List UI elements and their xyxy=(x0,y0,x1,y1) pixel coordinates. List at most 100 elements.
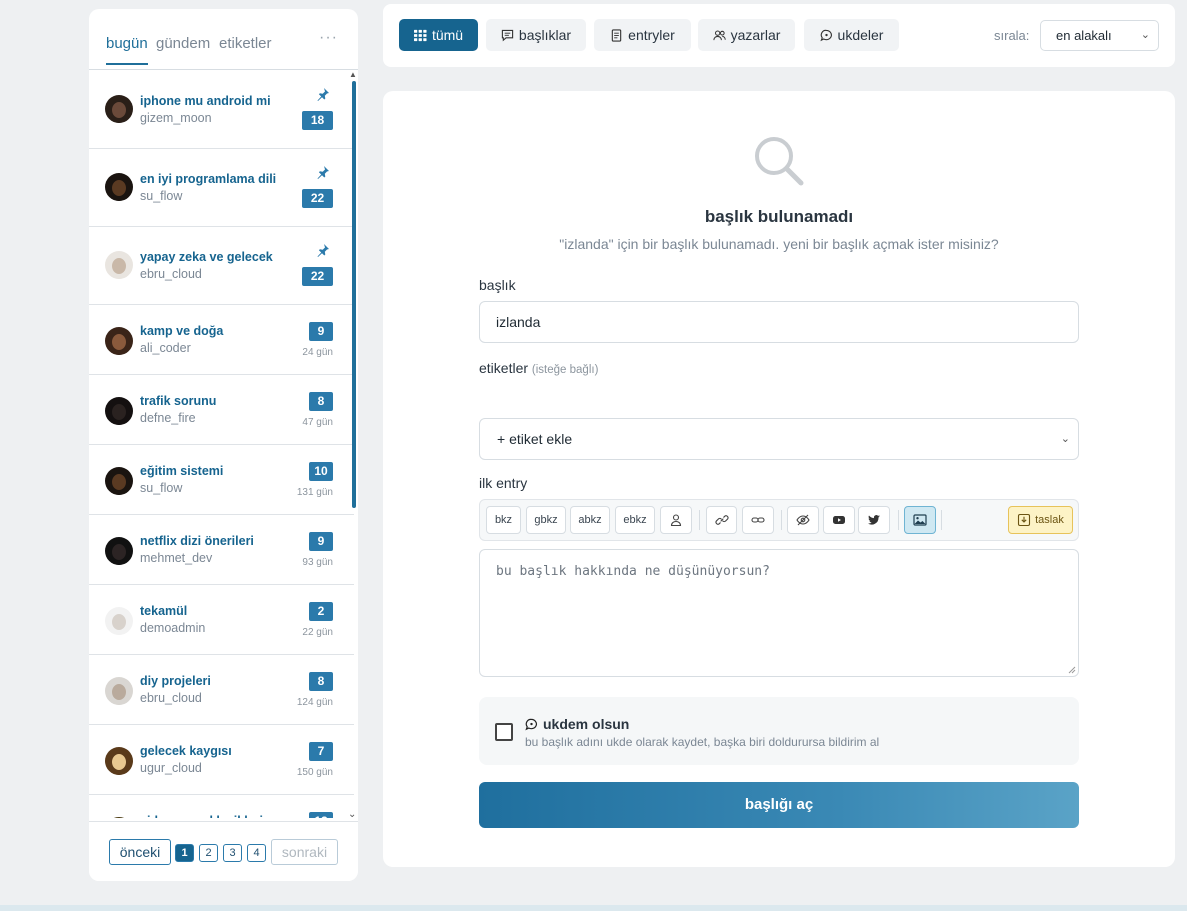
prev-page-button[interactable]: önceki xyxy=(109,839,171,865)
page-2-button[interactable]: 2 xyxy=(199,844,218,862)
youtube-icon xyxy=(833,516,845,524)
topic-author[interactable]: mehmet_dev xyxy=(140,551,212,565)
tags-optional-hint: (isteğe bağlı) xyxy=(531,364,599,376)
gbkz-button[interactable]: gbkz xyxy=(526,506,566,534)
topic-list-item[interactable]: trafik sorunu defne_fire 8 47 gün xyxy=(89,375,354,445)
ukde-checkbox[interactable] xyxy=(495,723,513,741)
document-icon xyxy=(611,28,622,42)
topic-author[interactable]: gizem_moon xyxy=(140,111,212,125)
tab-bugun[interactable]: bugün xyxy=(106,35,148,52)
topic-title[interactable]: tekamül xyxy=(140,604,187,618)
filter-titles-button[interactable]: başlıklar xyxy=(486,19,586,51)
topic-title[interactable]: iphone mu android mi xyxy=(140,94,271,108)
topic-title[interactable]: yapay zeka ve gelecek xyxy=(140,250,273,264)
topic-title[interactable]: video oyun klasikleri xyxy=(140,814,263,818)
topic-author[interactable]: ebru_cloud xyxy=(140,267,202,281)
chain-icon xyxy=(751,517,765,523)
topic-list-item[interactable]: video oyun klasikleri 12 xyxy=(89,795,354,818)
bkz-button[interactable]: bkz xyxy=(486,506,521,534)
page-4-button[interactable]: 4 xyxy=(247,844,266,862)
title-input[interactable]: izlanda xyxy=(479,301,1079,343)
entry-textarea[interactable]: bu başlık hakkında ne düşünüyorsun? xyxy=(479,549,1079,677)
abkz-button[interactable]: abkz xyxy=(570,506,610,534)
topic-title[interactable]: eğitim sistemi xyxy=(140,464,223,478)
youtube-button[interactable] xyxy=(823,506,855,534)
topic-list-item[interactable]: yapay zeka ve gelecek ebru_cloud 22 xyxy=(89,227,354,305)
topic-age: 24 gün xyxy=(302,347,333,358)
topic-title[interactable]: gelecek kaygısı xyxy=(140,744,232,758)
save-draft-button[interactable]: taslak xyxy=(1008,506,1073,534)
topic-title[interactable]: diy projeleri xyxy=(140,674,211,688)
sort-select[interactable]: en alakalı ⌄ xyxy=(1040,20,1159,51)
topic-author[interactable]: ali_coder xyxy=(140,341,191,355)
link-button[interactable] xyxy=(706,506,737,534)
topic-list-item[interactable]: iphone mu android mi gizem_moon 18 xyxy=(89,71,354,149)
page-3-button[interactable]: 3 xyxy=(223,844,242,862)
scroll-down-arrow-icon[interactable]: ⌄ xyxy=(348,809,356,820)
filter-all-button[interactable]: tümü xyxy=(399,19,478,51)
topic-author[interactable]: ebru_cloud xyxy=(140,691,202,705)
tags-select[interactable]: + etiket ekle ⌄ xyxy=(479,418,1079,460)
scrollbar-thumb[interactable] xyxy=(352,81,356,508)
topic-author[interactable]: demoadmin xyxy=(140,621,205,635)
scroll-up-arrow-icon[interactable]: ▲ xyxy=(349,70,357,79)
filter-entries-button[interactable]: entryler xyxy=(594,19,691,51)
entry-count-badge: 22 xyxy=(302,267,333,286)
topic-title[interactable]: netflix dizi önerileri xyxy=(140,534,254,548)
chat-round-icon xyxy=(525,718,538,730)
topic-list-item[interactable]: kamp ve doğa ali_coder 9 24 gün xyxy=(89,305,354,375)
hidden-link-button[interactable] xyxy=(742,506,774,534)
topic-list-item[interactable]: en iyi programlama dili su_flow 22 xyxy=(89,149,354,227)
filter-entries-label: entryler xyxy=(628,27,675,43)
topic-age: 150 gün xyxy=(296,767,333,778)
open-topic-button[interactable]: başlığı aç xyxy=(479,782,1079,828)
topic-title[interactable]: kamp ve doğa xyxy=(140,324,223,338)
entry-field-label: ilk entry xyxy=(479,475,528,491)
entry-count-badge: 10 xyxy=(309,462,333,481)
save-draft-label: taslak xyxy=(1035,514,1064,526)
next-page-button[interactable]: sonraki xyxy=(271,839,338,865)
filter-titles-label: başlıklar xyxy=(518,27,572,43)
topic-title[interactable]: en iyi programlama dili xyxy=(140,172,276,186)
create-topic-card: başlık bulunamadı "izlanda" için bir baş… xyxy=(383,91,1175,867)
topic-author[interactable]: su_flow xyxy=(140,189,182,203)
filter-ukde-button[interactable]: ukdeler xyxy=(804,19,899,51)
topic-author[interactable]: defne_fire xyxy=(140,411,196,425)
title-field-label: başlık xyxy=(479,277,516,293)
toolbar-divider xyxy=(898,510,899,530)
topic-age: 124 gün xyxy=(296,697,333,708)
topic-list-item[interactable]: eğitim sistemi su_flow 10 131 gün xyxy=(89,445,354,515)
more-options-icon[interactable]: ··· xyxy=(319,29,338,47)
search-icon xyxy=(755,137,804,186)
entry-count-badge: 8 xyxy=(309,392,333,411)
user-mention-button[interactable] xyxy=(660,506,692,534)
topic-list-item[interactable]: netflix dizi önerileri mehmet_dev 9 93 gün xyxy=(89,515,354,585)
resize-handle-icon[interactable] xyxy=(1068,666,1076,674)
topic-list-item[interactable]: gelecek kaygısı ugur_cloud 7 150 gün xyxy=(89,725,354,795)
entry-count-badge: 7 xyxy=(309,742,333,761)
topic-list-item[interactable]: tekamül demoadmin 2 22 gün xyxy=(89,585,354,655)
image-button[interactable] xyxy=(904,506,936,534)
tab-etiketler[interactable]: etiketler xyxy=(219,35,272,52)
toolbar-divider xyxy=(699,510,700,530)
title-input-value: izlanda xyxy=(496,314,541,330)
twitter-button[interactable] xyxy=(858,506,890,534)
avatar xyxy=(105,327,133,355)
topic-author[interactable]: su_flow xyxy=(140,481,182,495)
tab-gundem[interactable]: gündem xyxy=(156,35,210,52)
ebkz-button[interactable]: ebkz xyxy=(615,506,655,534)
spoiler-button[interactable] xyxy=(787,506,819,534)
avatar xyxy=(105,607,133,635)
bottom-strip xyxy=(0,905,1187,911)
avatar xyxy=(105,467,133,495)
topic-author[interactable]: ugur_cloud xyxy=(140,761,202,775)
tags-field-label: etiketler (isteğe bağlı) xyxy=(479,360,598,376)
topic-age: 22 gün xyxy=(302,627,333,638)
active-tab-underline xyxy=(106,63,148,65)
filter-authors-button[interactable]: yazarlar xyxy=(698,19,795,51)
topic-title[interactable]: trafik sorunu xyxy=(140,394,216,408)
page-1-button[interactable]: 1 xyxy=(175,844,194,862)
entry-count-badge: 9 xyxy=(309,532,333,551)
image-icon xyxy=(913,514,927,526)
topic-list-item[interactable]: diy projeleri ebru_cloud 8 124 gün xyxy=(89,655,354,725)
